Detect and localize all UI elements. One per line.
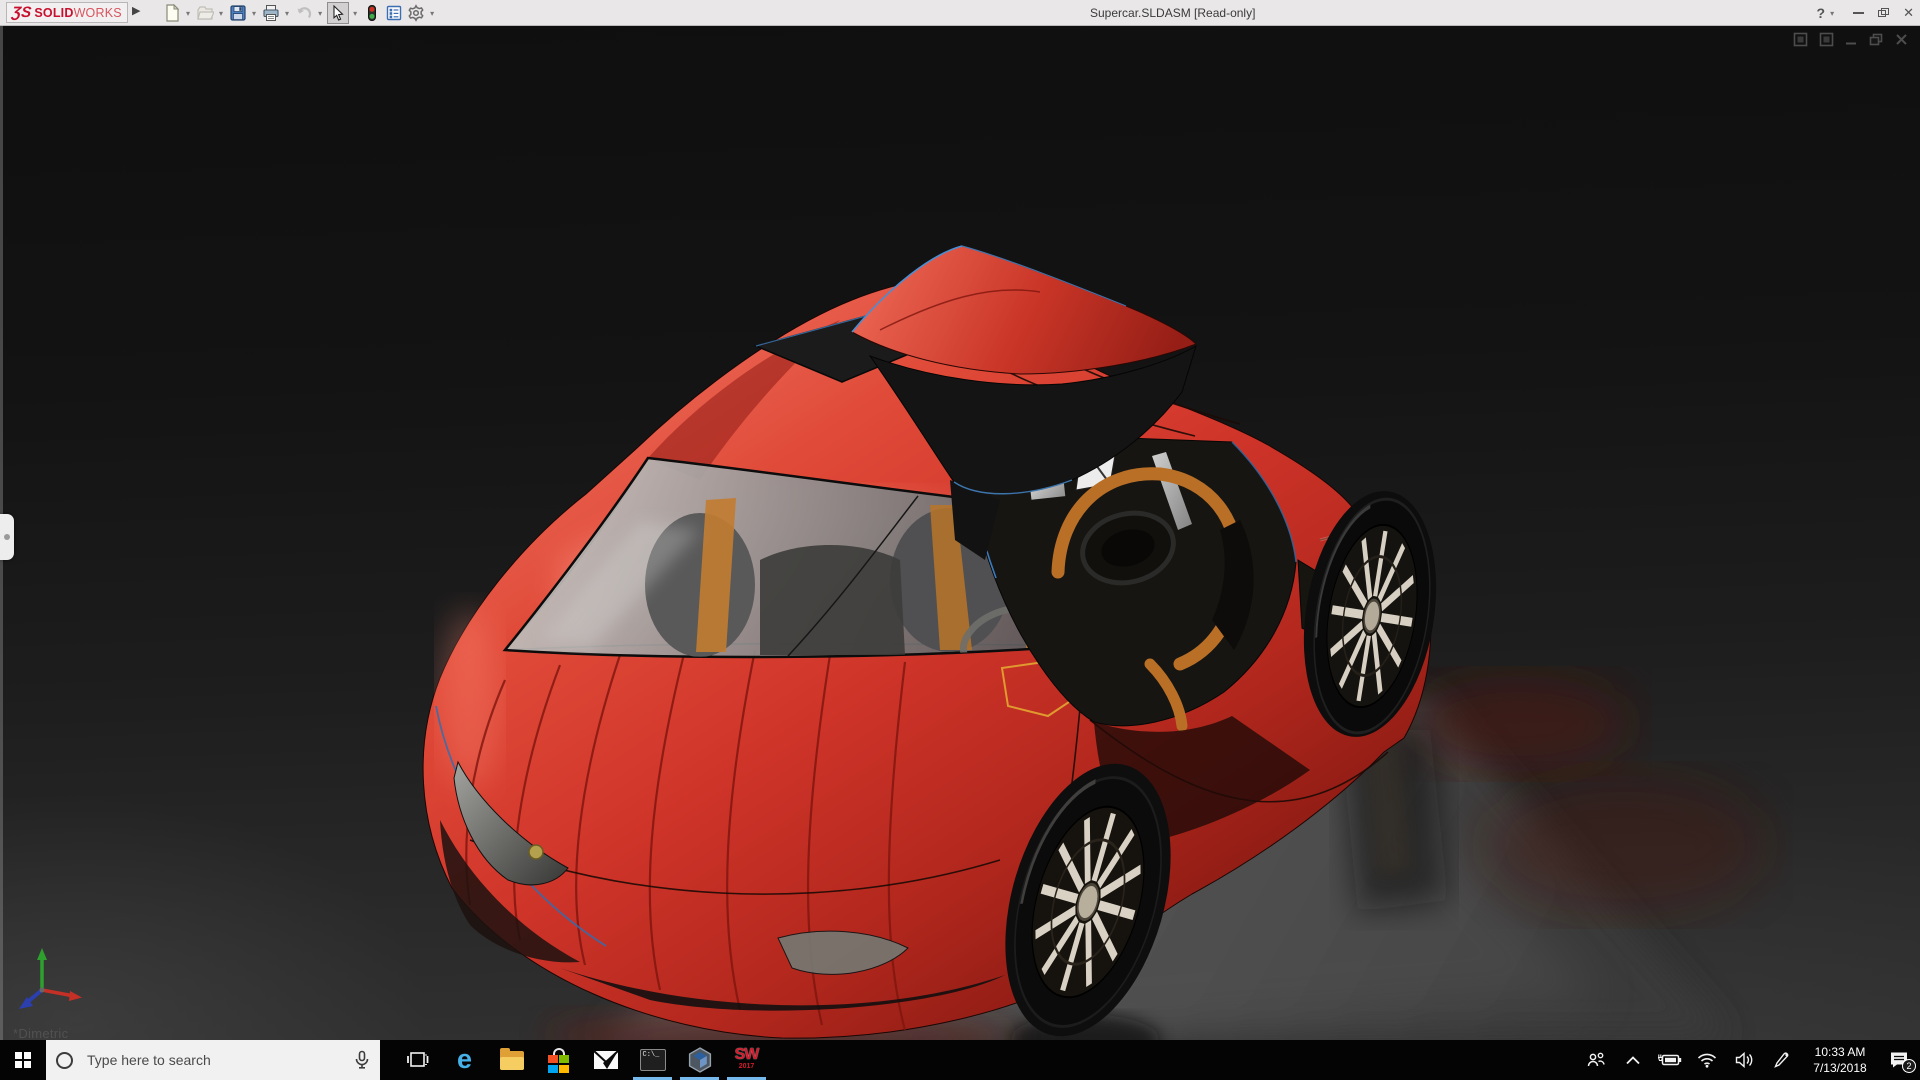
select-tool-button[interactable]	[327, 2, 350, 24]
select-dropdown-caret[interactable]: ▾	[353, 9, 357, 18]
options-dropdown-caret[interactable]: ▾	[430, 9, 434, 18]
tray-overflow-button[interactable]	[1618, 1040, 1648, 1080]
restore-icon	[1878, 8, 1890, 18]
child-restore-icon[interactable]	[1869, 33, 1884, 46]
open-document-button[interactable]	[195, 2, 215, 24]
pen-button[interactable]	[1766, 1040, 1796, 1080]
taskbar-search[interactable]	[46, 1040, 380, 1080]
graphics-viewport[interactable]: *Dimetric	[0, 26, 1920, 1040]
print-icon	[263, 5, 279, 21]
save-dropdown-caret[interactable]: ▾	[252, 9, 256, 18]
system-tray: 10:33 AM 7/13/2018 2	[1581, 1040, 1920, 1080]
new-dropdown-caret[interactable]: ▾	[186, 9, 190, 18]
edrawings-hexagon-icon	[688, 1047, 711, 1073]
minimize-icon	[1853, 12, 1865, 14]
view-orientation-label: *Dimetric	[13, 1026, 69, 1040]
window-title: Supercar.SLDASM [Read-only]	[1090, 6, 1256, 20]
clock-date: 7/13/2018	[1813, 1061, 1867, 1075]
child-window-controls	[1793, 32, 1908, 47]
edge-icon: e	[456, 1043, 473, 1074]
close-button[interactable]: ✕	[1903, 5, 1914, 21]
reference-triad	[19, 948, 82, 1009]
save-button[interactable]	[228, 2, 248, 24]
action-center-button[interactable]: 2	[1884, 1040, 1916, 1080]
edge-button[interactable]: e	[441, 1040, 488, 1080]
undo-button[interactable]	[294, 2, 314, 24]
wifi-button[interactable]	[1692, 1040, 1722, 1080]
panel-tab-dot	[4, 534, 10, 540]
undo-dropdown-caret[interactable]: ▾	[318, 9, 322, 18]
mail-button[interactable]	[582, 1040, 629, 1080]
titlebar: ƷS SOLID WORKS ▶ ▾ ▾ ▾ ▾ ▾ ▾ ▾ Supercar.…	[0, 0, 1920, 26]
minimize-button[interactable]	[1853, 12, 1865, 14]
help-button[interactable]: ? ▾	[1817, 5, 1840, 21]
print-button[interactable]	[261, 2, 281, 24]
print-dropdown-caret[interactable]: ▾	[285, 9, 289, 18]
taskbar-clock[interactable]: 10:33 AM 7/13/2018	[1803, 1044, 1877, 1076]
undo-arrow-icon	[297, 7, 312, 19]
open-folder-icon	[197, 6, 215, 20]
help-icon: ?	[1816, 5, 1826, 21]
notification-badge: 2	[1902, 1059, 1916, 1073]
speaker-icon	[1735, 1052, 1752, 1068]
close-icon: ✕	[1903, 5, 1914, 20]
battery-charging-icon	[1658, 1054, 1682, 1066]
model-supercar[interactable]	[0, 26, 1920, 1040]
volume-button[interactable]	[1729, 1040, 1759, 1080]
help-dropdown-caret: ▾	[1830, 8, 1835, 18]
solidworks-app-button[interactable]: SW 2017	[723, 1040, 770, 1080]
taskbar-apps: e C:\_ SW 2017	[394, 1040, 770, 1080]
solidworks-logo-glyph: ƷS	[11, 4, 33, 21]
new-document-icon	[166, 4, 180, 22]
document-window-icon[interactable]	[1793, 32, 1808, 47]
collapsed-panel-tab[interactable]	[0, 514, 14, 560]
select-cursor-icon	[333, 4, 344, 21]
command-prompt-icon: C:\_	[639, 1049, 666, 1071]
pen-icon	[1773, 1051, 1788, 1068]
mail-icon	[592, 1050, 619, 1069]
options-button[interactable]	[406, 2, 426, 24]
property-list-icon	[386, 5, 402, 21]
search-input[interactable]	[85, 1051, 354, 1069]
wifi-icon	[1697, 1053, 1717, 1068]
microsoft-store-icon	[547, 1048, 570, 1073]
quick-access-toolbar: ▾ ▾ ▾ ▾ ▾ ▾ ▾	[162, 0, 439, 26]
file-explorer-icon	[499, 1047, 524, 1070]
command-prompt-button[interactable]: C:\_	[629, 1040, 676, 1080]
open-dropdown-caret[interactable]: ▾	[219, 9, 223, 18]
battery-button[interactable]	[1655, 1040, 1685, 1080]
chevron-up-icon	[1626, 1055, 1640, 1064]
windows-logo-icon	[15, 1052, 31, 1068]
document-window-icon-2[interactable]	[1819, 32, 1834, 47]
task-view-button[interactable]	[394, 1040, 441, 1080]
restore-button[interactable]	[1878, 8, 1890, 18]
brand-solid-text: SOLID	[34, 5, 74, 20]
child-close-icon[interactable]	[1895, 33, 1908, 46]
start-button[interactable]	[0, 1040, 46, 1080]
cortana-icon	[56, 1051, 73, 1069]
windows-taskbar: e C:\_	[0, 1040, 1920, 1080]
people-button[interactable]	[1581, 1040, 1611, 1080]
edrawings-button[interactable]	[676, 1040, 723, 1080]
display-pane-button[interactable]	[384, 2, 404, 24]
gear-icon	[408, 4, 424, 22]
save-floppy-icon	[230, 5, 246, 21]
microsoft-store-button[interactable]	[535, 1040, 582, 1080]
task-view-icon	[406, 1052, 428, 1067]
new-document-button[interactable]	[162, 2, 182, 24]
clock-time: 10:33 AM	[1814, 1044, 1866, 1059]
menu-flyout-arrow-icon[interactable]: ▶	[132, 4, 140, 17]
view-lights-button[interactable]	[362, 2, 382, 24]
file-explorer-button[interactable]	[488, 1040, 535, 1080]
microphone-icon[interactable]	[354, 1050, 370, 1070]
brand-works-text: WORKS	[73, 5, 122, 20]
child-minimize-icon[interactable]	[1845, 33, 1858, 46]
solidworks-app-icon: SW 2017	[734, 1046, 760, 1071]
solidworks-logo[interactable]: ƷS SOLID WORKS	[6, 2, 128, 23]
traffic-light-icon	[368, 5, 377, 21]
people-icon	[1587, 1052, 1605, 1067]
